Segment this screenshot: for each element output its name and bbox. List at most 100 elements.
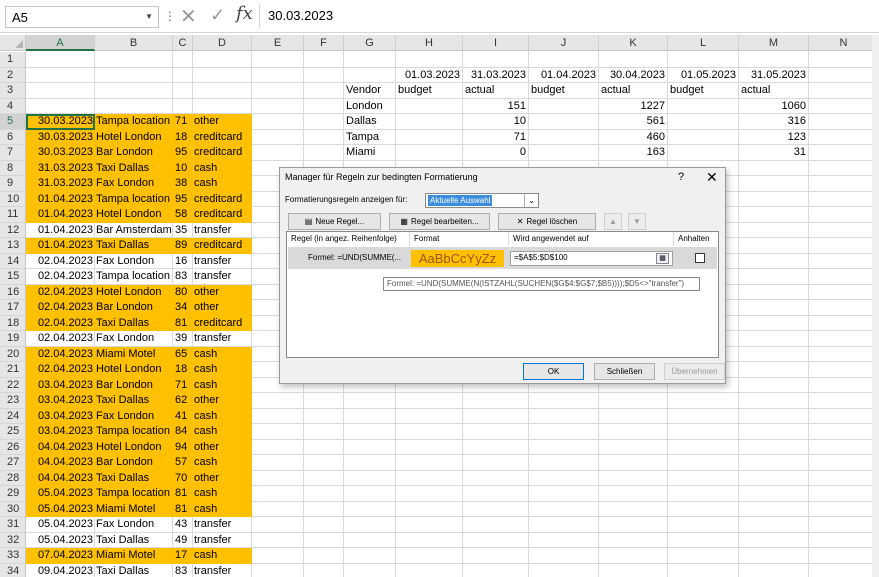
row-header[interactable]: 23 bbox=[0, 393, 26, 409]
summary-value[interactable]: 1227 bbox=[599, 99, 665, 115]
range-picker-icon[interactable]: ▦ bbox=[656, 253, 669, 264]
cell-amount[interactable]: 81 bbox=[175, 316, 193, 332]
summary-date-header[interactable]: 31.05.2023 bbox=[739, 68, 806, 84]
row-header[interactable]: 4 bbox=[0, 98, 26, 114]
cell-vendor[interactable] bbox=[96, 68, 172, 84]
row-header[interactable]: 7 bbox=[0, 145, 26, 161]
cell-date[interactable]: 01.04.2023 bbox=[26, 192, 93, 208]
cell-vendor[interactable]: Tampa location bbox=[96, 486, 172, 502]
row-header[interactable]: 18 bbox=[0, 315, 26, 331]
column-header-e[interactable]: E bbox=[252, 35, 304, 51]
cell-date[interactable]: 05.04.2023 bbox=[26, 486, 93, 502]
cell-amount[interactable]: 16 bbox=[175, 254, 193, 270]
cell-date[interactable] bbox=[26, 68, 93, 84]
show-rules-dropdown[interactable]: Aktuelle Auswahl ⌄ bbox=[425, 193, 539, 208]
cell-payment[interactable] bbox=[194, 99, 251, 115]
new-rule-button[interactable]: ▤ Neue Regel... bbox=[288, 213, 381, 230]
cell-payment[interactable]: cash bbox=[194, 455, 251, 471]
summary-type-header[interactable]: budget bbox=[398, 83, 462, 99]
row-header[interactable]: 20 bbox=[0, 346, 26, 362]
row-header[interactable]: 25 bbox=[0, 424, 26, 440]
cell-amount[interactable]: 18 bbox=[175, 362, 193, 378]
summary-value[interactable]: 163 bbox=[599, 145, 665, 161]
cell-payment[interactable]: creditcard bbox=[194, 207, 251, 223]
rule-row[interactable]: Formel: =UND(SUMME(... AaBbCcYyZz =$A$5:… bbox=[288, 247, 717, 269]
cell-date[interactable]: 02.04.2023 bbox=[26, 347, 93, 363]
cell-date[interactable]: 03.04.2023 bbox=[26, 409, 93, 425]
applies-to-field[interactable]: =$A$5:$D$100 ▦ bbox=[510, 251, 673, 266]
cell-date[interactable]: 04.04.2023 bbox=[26, 455, 93, 471]
cell-vendor[interactable]: Bar Amsterdam bbox=[96, 223, 172, 239]
cell-date[interactable]: 01.04.2023 bbox=[26, 238, 93, 254]
cell-payment[interactable]: cash bbox=[194, 347, 251, 363]
cell-payment[interactable]: cash bbox=[194, 161, 251, 177]
row-header[interactable]: 12 bbox=[0, 222, 26, 238]
cell-vendor[interactable]: Bar London bbox=[96, 455, 172, 471]
summary-vendor-header[interactable]: Vendor bbox=[346, 83, 396, 99]
cell-vendor[interactable]: Taxi Dallas bbox=[96, 533, 172, 549]
row-header[interactable]: 28 bbox=[0, 470, 26, 486]
cell-vendor[interactable]: Fax London bbox=[96, 331, 172, 347]
cell-vendor[interactable]: Taxi Dallas bbox=[96, 316, 172, 332]
column-header-h[interactable]: H bbox=[396, 35, 463, 51]
cell-date[interactable] bbox=[26, 83, 93, 99]
cell-vendor[interactable]: Tampa location bbox=[96, 269, 172, 285]
vertical-scrollbar[interactable] bbox=[872, 35, 879, 577]
cell-vendor[interactable]: Hotel London bbox=[96, 130, 172, 146]
row-header[interactable]: 9 bbox=[0, 176, 26, 192]
cell-date[interactable]: 03.04.2023 bbox=[26, 424, 93, 440]
summary-value[interactable]: 0 bbox=[463, 145, 526, 161]
cell-vendor[interactable]: Bar London bbox=[96, 378, 172, 394]
cell-payment[interactable]: transfer bbox=[194, 254, 251, 270]
column-header-n[interactable]: N bbox=[809, 35, 879, 51]
cell-date[interactable]: 01.04.2023 bbox=[26, 223, 93, 239]
cell-amount[interactable]: 81 bbox=[175, 486, 193, 502]
cell-payment[interactable]: transfer bbox=[194, 517, 251, 533]
cell-date[interactable]: 30.03.2023 bbox=[26, 145, 93, 161]
column-header-d[interactable]: D bbox=[193, 35, 252, 51]
cell-vendor[interactable]: Tampa location bbox=[96, 114, 172, 130]
summary-vendor-name[interactable]: Dallas bbox=[346, 114, 396, 130]
cell-date[interactable]: 07.04.2023 bbox=[26, 548, 93, 564]
column-header-c[interactable]: C bbox=[173, 35, 193, 51]
summary-value[interactable]: 10 bbox=[463, 114, 526, 130]
cell-date[interactable]: 05.04.2023 bbox=[26, 502, 93, 518]
cell-payment[interactable]: cash bbox=[194, 486, 251, 502]
row-header[interactable]: 6 bbox=[0, 129, 26, 145]
summary-value[interactable]: 561 bbox=[599, 114, 665, 130]
cell-amount[interactable]: 84 bbox=[175, 424, 193, 440]
cell-vendor[interactable]: Bar London bbox=[96, 300, 172, 316]
cell-payment[interactable]: cash bbox=[194, 409, 251, 425]
chevron-down-icon[interactable]: ⌄ bbox=[524, 194, 538, 207]
row-header[interactable]: 24 bbox=[0, 408, 26, 424]
column-header-f[interactable]: F bbox=[304, 35, 344, 51]
summary-value[interactable]: 31 bbox=[739, 145, 806, 161]
row-header[interactable]: 32 bbox=[0, 532, 26, 548]
cell-date[interactable] bbox=[26, 99, 93, 115]
cell-vendor[interactable]: Taxi Dallas bbox=[96, 161, 172, 177]
summary-value[interactable]: 123 bbox=[739, 130, 806, 146]
cell-vendor[interactable]: Hotel London bbox=[96, 440, 172, 456]
cell-vendor[interactable]: Hotel London bbox=[96, 285, 172, 301]
cell-payment[interactable]: creditcard bbox=[194, 130, 251, 146]
summary-type-header[interactable]: budget bbox=[531, 83, 598, 99]
confirm-icon[interactable]: ✓ bbox=[210, 5, 225, 26]
row-header[interactable]: 13 bbox=[0, 238, 26, 254]
row-header[interactable]: 27 bbox=[0, 455, 26, 471]
cell-date[interactable]: 03.04.2023 bbox=[26, 393, 93, 409]
cell-amount[interactable]: 83 bbox=[175, 269, 193, 285]
summary-value[interactable]: 460 bbox=[599, 130, 665, 146]
cell-date[interactable]: 02.04.2023 bbox=[26, 254, 93, 270]
summary-vendor-name[interactable]: Miami bbox=[346, 145, 396, 161]
cell-vendor[interactable]: Taxi Dallas bbox=[96, 393, 172, 409]
move-down-button[interactable]: ▼ bbox=[628, 213, 646, 230]
cell-amount[interactable]: 18 bbox=[175, 130, 193, 146]
row-header[interactable]: 17 bbox=[0, 300, 26, 316]
cell-amount[interactable] bbox=[175, 52, 193, 68]
cell-amount[interactable]: 58 bbox=[175, 207, 193, 223]
cell-vendor[interactable]: Miami Motel bbox=[96, 502, 172, 518]
cell-date[interactable]: 30.03.2023 bbox=[26, 130, 93, 146]
row-header[interactable]: 2 bbox=[0, 67, 26, 83]
cell-vendor[interactable]: Taxi Dallas bbox=[96, 564, 172, 577]
column-header-i[interactable]: I bbox=[463, 35, 529, 51]
